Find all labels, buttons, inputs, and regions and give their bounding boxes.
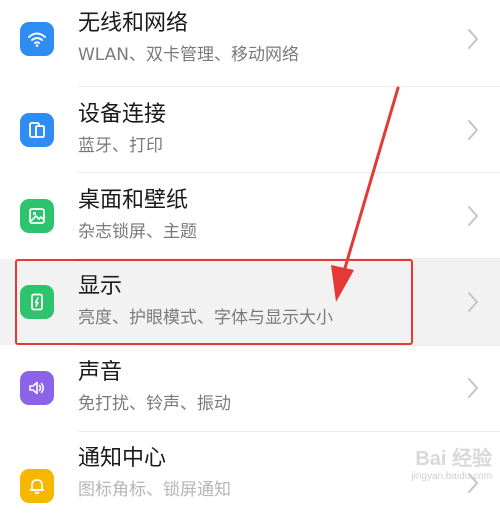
settings-item-title: 声音	[78, 360, 123, 385]
settings-list: 无线和网络 WLAN、双卡管理、移动网络 设备连接 蓝牙、打印 桌面和壁纸 杂志…	[0, 0, 500, 517]
settings-item-title: 无线和网络	[78, 11, 189, 36]
chevron-right-icon	[466, 290, 480, 314]
settings-item-subtitle: 蓝牙、打印	[78, 136, 163, 156]
wallpaper-icon	[20, 199, 54, 233]
settings-item-subtitle: 杂志锁屏、主题	[78, 222, 197, 242]
row-divider	[78, 258, 500, 259]
settings-item-title: 通知中心	[78, 446, 167, 471]
bell-icon	[20, 469, 54, 503]
watermark-url: jingyan.baidu.com	[411, 471, 492, 482]
settings-item-wireless-network[interactable]: 无线和网络 WLAN、双卡管理、移动网络	[0, 0, 500, 82]
chevron-right-icon	[466, 27, 480, 51]
baidu-jingyan-watermark: Bai 经验 jingyan.baidu.com	[411, 442, 492, 482]
chevron-right-icon	[466, 376, 480, 400]
wifi-icon	[20, 22, 54, 56]
row-divider	[78, 172, 500, 173]
settings-item-title: 桌面和壁纸	[78, 188, 189, 213]
chevron-right-icon	[466, 118, 480, 142]
settings-item-subtitle: WLAN、双卡管理、移动网络	[78, 45, 300, 65]
settings-item-title: 显示	[78, 274, 123, 299]
row-divider	[78, 86, 500, 87]
row-divider	[78, 345, 500, 346]
settings-item-sound[interactable]: 声音 免打扰、铃声、振动	[0, 345, 500, 431]
settings-item-subtitle: 图标角标、锁屏通知	[78, 480, 231, 500]
device-connect-icon	[20, 113, 54, 147]
sound-icon	[20, 371, 54, 405]
settings-item-subtitle: 免打扰、铃声、振动	[78, 394, 231, 414]
row-divider	[78, 431, 500, 432]
chevron-right-icon	[466, 204, 480, 228]
watermark-text: Bai 经验	[415, 448, 492, 470]
settings-item-title: 设备连接	[78, 102, 167, 127]
settings-item-desktop-wallpaper[interactable]: 桌面和壁纸 杂志锁屏、主题	[0, 173, 500, 259]
display-icon	[20, 285, 54, 319]
settings-item-device-connection[interactable]: 设备连接 蓝牙、打印	[0, 87, 500, 173]
settings-item-display[interactable]: 显示 亮度、护眼模式、字体与显示大小	[0, 259, 500, 345]
settings-item-subtitle: 亮度、护眼模式、字体与显示大小	[78, 308, 333, 328]
